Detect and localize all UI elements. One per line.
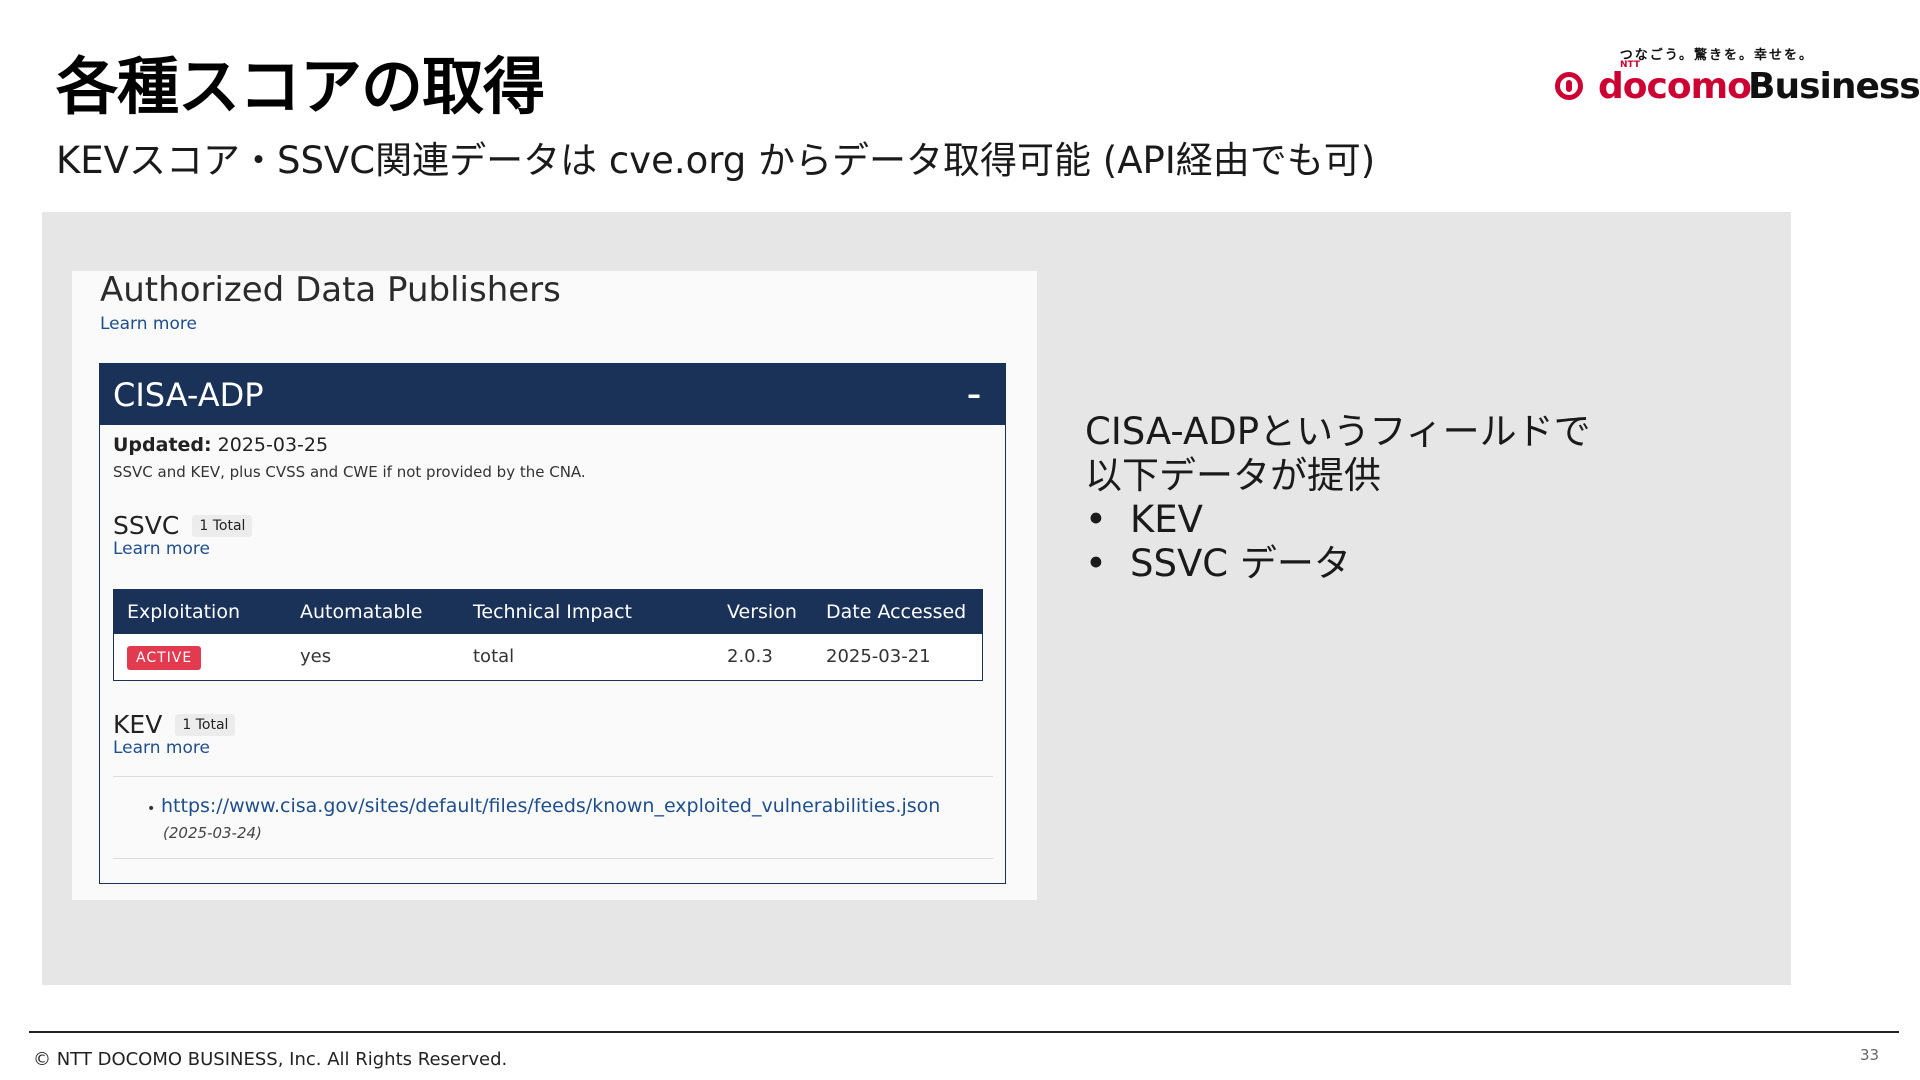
col-exploitation: Exploitation (127, 601, 240, 623)
card-header[interactable]: CISA-ADP – (100, 364, 1005, 425)
cell-version: 2.0.3 (727, 646, 773, 667)
side-note: CISA-ADPというフィールドで 以下データが提供 (1085, 410, 1591, 498)
updated-value: 2025-03-25 (217, 434, 329, 456)
cell-date-accessed: 2025-03-21 (826, 646, 931, 667)
kev-bullet: • (147, 801, 156, 817)
col-automatable: Automatable (300, 601, 423, 623)
cell-technical-impact: total (473, 646, 515, 667)
ssvc-section-header: SSVC 1 Total (113, 511, 253, 540)
kev-count-badge: 1 Total (175, 714, 236, 736)
logo-brand: docomo (1598, 66, 1752, 107)
slide-subtitle: KEVスコア・SSVC関連データは cve.org からデータ取得可能 (API… (56, 139, 1376, 182)
kev-feed-link[interactable]: https://www.cisa.gov/sites/default/files… (161, 795, 940, 817)
col-date-accessed: Date Accessed (826, 601, 967, 623)
kev-learn-more-link[interactable]: Learn more (113, 738, 210, 758)
copyright: © NTT DOCOMO BUSINESS, Inc. All Rights R… (33, 1049, 508, 1070)
card-title: CISA-ADP (113, 376, 264, 414)
exploitation-active-badge: ACTIVE (127, 646, 202, 670)
updated-line: Updated: 2025-03-25 (113, 434, 328, 456)
side-note-line-2: 以下データが提供 (1085, 454, 1381, 497)
kev-title: KEV (113, 710, 163, 739)
ssvc-table: Exploitation Automatable Technical Impac… (113, 589, 983, 681)
kev-divider-top (113, 776, 993, 777)
card-description: SSVC and KEV, plus CVSS and CWE if not p… (113, 463, 586, 481)
side-bullet-kev: KEV (1085, 498, 1351, 542)
side-note-bullets: KEV SSVC データ (1085, 498, 1351, 586)
collapse-button[interactable]: – (967, 378, 981, 411)
adp-learn-more-link[interactable]: Learn more (100, 314, 197, 334)
col-technical-impact: Technical Impact (473, 601, 632, 623)
kev-section-header: KEV 1 Total (113, 710, 236, 739)
kev-feed-date: (2025-03-24) (163, 824, 262, 842)
docomo-ring-icon (1555, 72, 1583, 100)
col-version: Version (727, 601, 797, 623)
ssvc-count-badge: 1 Total (192, 515, 253, 537)
side-bullet-ssvc: SSVC データ (1085, 542, 1351, 586)
slide-title: 各種スコアの取得 (56, 50, 545, 123)
ssvc-title: SSVC (113, 511, 180, 540)
footer-divider (29, 1031, 1899, 1033)
ssvc-table-header: Exploitation Automatable Technical Impac… (114, 590, 982, 634)
cell-automatable: yes (300, 646, 332, 667)
page-number: 33 (1860, 1046, 1880, 1064)
kev-divider-bottom (113, 858, 993, 859)
cisa-adp-card: CISA-ADP – Updated: 2025-03-25 SSVC and … (99, 363, 1006, 884)
updated-label: Updated: (113, 434, 212, 456)
adp-heading: Authorized Data Publishers (100, 270, 561, 310)
docomo-business-logo: NTT docomo Business (1555, 60, 1920, 112)
logo-tagline: つなごう。驚きを。幸せを。 (1619, 48, 1814, 63)
ssvc-learn-more-link[interactable]: Learn more (113, 539, 210, 559)
logo-business: Business (1748, 66, 1920, 107)
side-note-line-1: CISA-ADPというフィールドで (1085, 410, 1591, 453)
